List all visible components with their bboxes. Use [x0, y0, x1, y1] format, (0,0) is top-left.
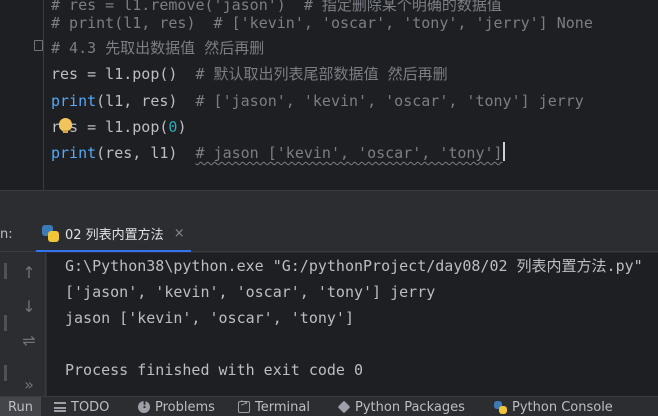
scroll-up-icon[interactable]: ↑ — [18, 261, 40, 283]
bottom-tab-terminal[interactable]: Terminal — [238, 397, 310, 416]
code-line-2: # print(l1, res) # ['kevin', 'oscar', 't… — [51, 10, 593, 36]
left-tool-strip — [0, 253, 10, 396]
code-token: # 4.3 先取出数据值 然后再删 — [51, 39, 265, 57]
code-token: # 默认取出列表尾部数据值 然后再删 — [195, 65, 448, 83]
scroll-down-icon[interactable]: ↓ — [18, 295, 40, 317]
code-line-3: # 4.3 先取出数据值 然后再删 — [51, 35, 264, 61]
code-token: # print(l1, res) # ['kevin', 'oscar', 't… — [51, 14, 593, 32]
panel-divider[interactable] — [0, 190, 658, 216]
code-editor[interactable]: # res = l1.remove('jason') # 指定删除某个明确的数据… — [0, 0, 658, 190]
code-token: res = l1.pop() — [51, 65, 196, 83]
code-token: (l1, res) — [96, 92, 196, 110]
bottom-tab-todo-label: TODO — [71, 399, 110, 415]
more-icon[interactable]: » — [18, 373, 40, 395]
run-console-output[interactable]: G:\Python38\python.exe "G:/pythonProject… — [47, 253, 658, 396]
bottom-tab-todo[interactable]: TODO — [54, 397, 109, 416]
list-icon — [54, 402, 66, 412]
bottom-tab-terminal-label: Terminal — [255, 399, 310, 415]
code-line-5: print(l1, res) # ['jason', 'kevin', 'osc… — [51, 88, 584, 114]
code-token: print — [51, 144, 97, 162]
bottom-tab-problems-label: Problems — [155, 399, 215, 415]
console-line: ['jason', 'kevin', 'oscar', 'tony'] jerr… — [65, 283, 436, 301]
bottom-tab-python-console-label: Python Console — [512, 399, 613, 415]
strip-mark — [4, 263, 7, 279]
soft-wrap-icon[interactable]: ⇌ — [18, 329, 40, 351]
python-console-icon — [494, 400, 507, 414]
code-token: # ['jason', 'kevin', 'oscar', 'tony'] je… — [195, 92, 584, 110]
editor-gutter — [0, 0, 44, 190]
code-line-4: res = l1.pop() # 默认取出列表尾部数据值 然后再删 — [51, 61, 448, 87]
text-caret — [502, 142, 505, 161]
run-panel-header: n: 02 列表内置方法 × — [0, 216, 658, 252]
console-line: Process finished with exit code 0 — [65, 361, 364, 379]
bottom-tab-run[interactable]: Run — [0, 397, 41, 416]
intention-bulb-icon[interactable] — [59, 118, 72, 133]
packages-icon — [337, 400, 351, 414]
console-line: G:\Python38\python.exe "G:/pythonProject… — [65, 257, 643, 275]
close-icon[interactable]: × — [174, 226, 185, 241]
strip-mark — [4, 365, 7, 381]
code-token: print — [51, 92, 97, 110]
bottom-tab-problems[interactable]: Problems — [138, 397, 215, 416]
code-token: (res, l1) — [96, 144, 196, 162]
code-line-7: print(res, l1) # jason ['kevin', 'oscar'… — [51, 140, 505, 166]
bottom-tab-python-packages-label: Python Packages — [355, 399, 465, 415]
problems-icon — [138, 398, 150, 413]
strip-mark — [4, 315, 7, 331]
bottom-tab-python-packages[interactable]: Python Packages — [337, 397, 465, 416]
bottom-tab-python-console[interactable]: Python Console — [494, 397, 613, 416]
code-token: ) — [177, 118, 187, 136]
code-token: # jason ['kevin', 'oscar', 'tony'] — [195, 144, 503, 162]
run-panel-title: n: — [0, 227, 13, 242]
terminal-icon — [238, 398, 250, 413]
fold-icon[interactable] — [34, 40, 43, 51]
run-tab-label: 02 列表内置方法 — [65, 227, 164, 243]
python-file-icon — [42, 224, 59, 242]
run-tab[interactable]: 02 列表内置方法 × — [36, 216, 191, 252]
bottom-tool-bar: Run TODO Problems Terminal Python Packag… — [0, 396, 658, 416]
bottom-tab-run-label: Run — [8, 399, 33, 415]
console-line: jason ['kevin', 'oscar', 'tony'] — [65, 309, 354, 327]
